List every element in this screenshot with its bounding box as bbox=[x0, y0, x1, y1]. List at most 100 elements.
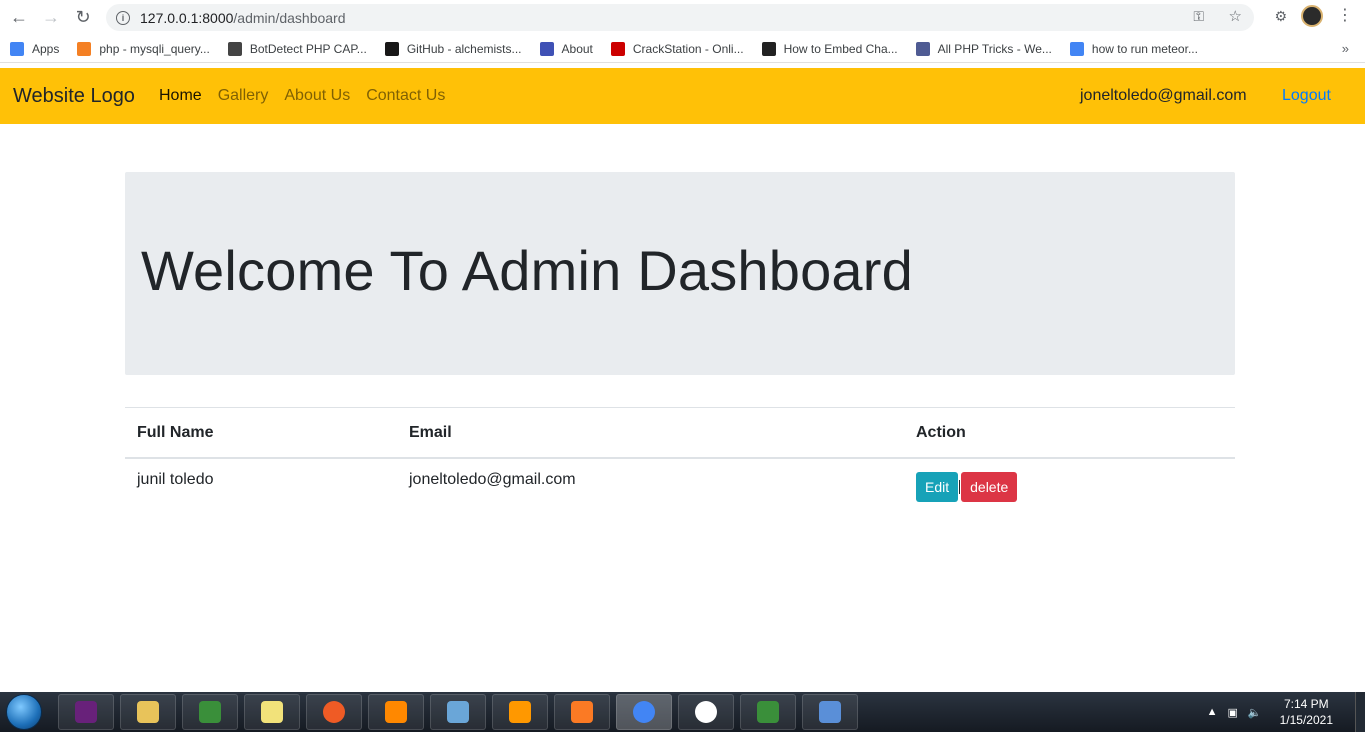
obs-icon bbox=[695, 701, 717, 723]
taskbar-app[interactable] bbox=[616, 694, 672, 730]
system-tray: ▲ ▣ 🔈 7:14 PM 1/15/2021 bbox=[1207, 692, 1365, 732]
address-bar[interactable]: i 127.0.0.1:8000/admin/dashboard ⚿ ☆ bbox=[106, 4, 1254, 31]
page-title: Welcome To Admin Dashboard bbox=[141, 239, 913, 302]
clock-time: 7:14 PM bbox=[1283, 697, 1329, 711]
sublime-text-icon bbox=[509, 701, 531, 723]
address-url: 127.0.0.1:8000/admin/dashboard bbox=[140, 10, 346, 26]
bookmark-item[interactable]: how to run meteor... bbox=[1069, 41, 1198, 56]
kebab-menu-icon[interactable]: ⋮ bbox=[1337, 8, 1353, 24]
start-button-icon[interactable] bbox=[6, 694, 42, 730]
bookmark-label: How to Embed Cha... bbox=[783, 41, 898, 56]
edit-button[interactable]: Edit bbox=[916, 471, 959, 502]
nav-link-gallery[interactable]: Gallery bbox=[218, 87, 269, 105]
profile-avatar[interactable] bbox=[1301, 5, 1323, 27]
ch-icon bbox=[761, 41, 776, 56]
bookmark-label: About bbox=[561, 41, 593, 56]
chrome-icon bbox=[633, 701, 655, 723]
tray-icons: ▲ ▣ 🔈 bbox=[1207, 706, 1262, 719]
bookmark-item[interactable]: CrackStation - Onli... bbox=[610, 41, 744, 56]
power-icon[interactable]: ▣ bbox=[1228, 706, 1238, 719]
paint-icon bbox=[819, 701, 841, 723]
github-icon bbox=[384, 41, 399, 56]
system-clock[interactable]: 7:14 PM 1/15/2021 bbox=[1280, 696, 1333, 728]
cell-full-name: junil toledo bbox=[137, 470, 214, 488]
website-logo[interactable]: Website Logo bbox=[13, 85, 135, 108]
puzzle-extensions-icon[interactable]: ⚙ bbox=[1274, 8, 1287, 25]
jumbotron: Welcome To Admin Dashboard bbox=[125, 172, 1235, 375]
php-icon bbox=[915, 41, 930, 56]
forward-arrow-icon[interactable]: → bbox=[37, 3, 65, 31]
bookmark-label: All PHP Tricks - We... bbox=[937, 41, 1052, 56]
nav-link-home[interactable]: Home bbox=[159, 87, 202, 105]
bookmark-item[interactable]: How to Embed Cha... bbox=[761, 41, 898, 56]
show-desktop-button[interactable] bbox=[1355, 692, 1365, 732]
taskbar-app[interactable] bbox=[740, 694, 796, 730]
apps-grid-icon bbox=[10, 41, 24, 56]
nav-link-contact-us[interactable]: Contact Us bbox=[366, 87, 445, 105]
taskbar-app[interactable] bbox=[182, 694, 238, 730]
bookmark-item[interactable]: BotDetect PHP CAP... bbox=[227, 41, 367, 56]
windows-taskbar: ▲ ▣ 🔈 7:14 PM 1/15/2021 bbox=[0, 692, 1365, 732]
cell-action: Edit delete bbox=[904, 458, 1235, 514]
bookmark-label: Apps bbox=[32, 41, 60, 56]
table-row: junil toledo joneltoledo@gmail.com Edit d… bbox=[125, 458, 1235, 514]
sticky-notes-icon bbox=[261, 701, 283, 723]
bookmarks-overflow-icon[interactable]: » bbox=[1342, 41, 1349, 56]
file-explorer-icon bbox=[137, 701, 159, 723]
bookmark-label: BotDetect PHP CAP... bbox=[249, 41, 367, 56]
taskbar-app[interactable] bbox=[492, 694, 548, 730]
taskbar-apps bbox=[58, 694, 858, 730]
mdb-icon bbox=[539, 41, 554, 56]
site-info-icon[interactable]: i bbox=[116, 10, 130, 25]
vlc-icon bbox=[385, 701, 407, 723]
bookmark-label: GitHub - alchemists... bbox=[406, 41, 522, 56]
user-email: joneltoledo@gmail.com bbox=[1080, 87, 1247, 104]
site-navbar: Website Logo Home Gallery About Us Contact … bbox=[0, 68, 1365, 124]
stackoverflow-icon bbox=[77, 41, 92, 56]
taskbar-app[interactable] bbox=[554, 694, 610, 730]
volume-icon[interactable]: 🔈 bbox=[1248, 706, 1262, 719]
key-icon[interactable]: ⚿ bbox=[1193, 8, 1204, 25]
bookmark-item[interactable]: About bbox=[539, 41, 593, 56]
taskbar-app[interactable] bbox=[802, 694, 858, 730]
delete-button[interactable]: delete bbox=[961, 471, 1018, 502]
taskbar-app[interactable] bbox=[430, 694, 486, 730]
taskbar-app[interactable] bbox=[58, 694, 114, 730]
nav-link-about-us[interactable]: About Us bbox=[284, 87, 350, 105]
botdetect-icon bbox=[227, 41, 242, 56]
bookmark-label: CrackStation - Onli... bbox=[632, 41, 744, 56]
crackstation-icon bbox=[610, 41, 625, 56]
clock-date: 1/15/2021 bbox=[1279, 713, 1333, 727]
table-header-row: Full Name Email Action bbox=[125, 407, 1235, 459]
taskbar-app[interactable] bbox=[120, 694, 176, 730]
bookmark-item[interactable]: GitHub - alchemists... bbox=[384, 41, 522, 56]
bookmark-item[interactable]: All PHP Tricks - We... bbox=[915, 41, 1052, 56]
extensions-area: ⚙ ⋮ bbox=[1274, 5, 1353, 27]
taskbar-app[interactable] bbox=[368, 694, 424, 730]
google-icon bbox=[1069, 41, 1084, 56]
logout-link[interactable]: Logout bbox=[1282, 87, 1331, 105]
header-email: Email bbox=[397, 407, 904, 459]
browser-toolbar: ← → ↻ i 127.0.0.1:8000/admin/dashboard ⚿… bbox=[0, 0, 1365, 35]
bookmark-label: php - mysqli_query... bbox=[99, 41, 210, 56]
tray-expand-icon[interactable]: ▲ bbox=[1207, 706, 1218, 719]
cell-email: joneltoledo@gmail.com bbox=[409, 470, 576, 488]
nav-links: Home Gallery About Us Contact Us bbox=[159, 87, 445, 105]
git-gui-icon bbox=[199, 701, 221, 723]
header-action: Action bbox=[904, 407, 1235, 459]
notepad-icon bbox=[447, 701, 469, 723]
bookmark-item[interactable]: Apps bbox=[10, 41, 60, 56]
header-full-name: Full Name bbox=[125, 407, 397, 459]
taskbar-app[interactable] bbox=[678, 694, 734, 730]
button-separator bbox=[959, 480, 961, 495]
bookmark-label: how to run meteor... bbox=[1091, 41, 1198, 56]
reload-icon[interactable]: ↻ bbox=[69, 3, 97, 31]
star-icon[interactable]: ☆ bbox=[1229, 7, 1242, 25]
bookmarks-bar: Apps php - mysqli_query... BotDetect PHP C… bbox=[0, 35, 1365, 63]
users-table: Full Name Email Action junil toledo jone… bbox=[125, 407, 1235, 514]
taskbar-app[interactable] bbox=[306, 694, 362, 730]
taskbar-app[interactable] bbox=[244, 694, 300, 730]
bookmark-item[interactable]: php - mysqli_query... bbox=[77, 41, 210, 56]
xampp-icon bbox=[571, 701, 593, 723]
back-arrow-icon[interactable]: ← bbox=[5, 3, 33, 31]
